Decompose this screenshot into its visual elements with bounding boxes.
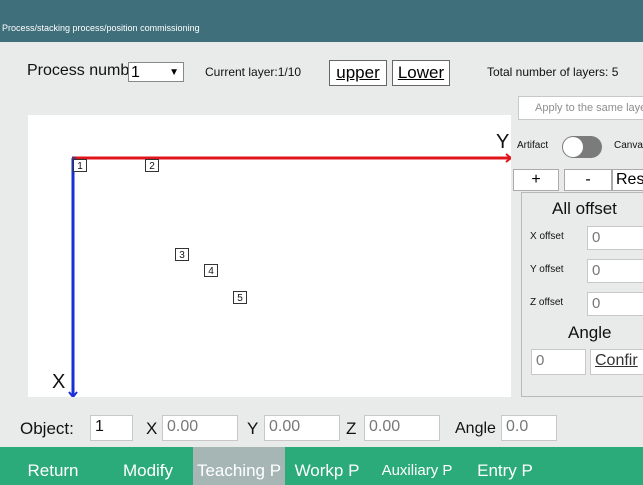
z-offset-label: Z offset (530, 297, 564, 308)
plus-button[interactable]: + (513, 169, 559, 191)
canvas-axes (68, 153, 511, 397)
angle-label: Angle (455, 420, 496, 437)
y-label: Y (247, 419, 259, 438)
main-panel: Process numbe 1 ▼ Current layer:1/10 upp… (0, 42, 643, 447)
offset-panel: All offset X offset 0 Y offset 0 Z offse… (521, 192, 643, 397)
breadcrumb: Process/stacking process/position commis… (2, 23, 200, 33)
point-marker[interactable]: 3 (175, 248, 189, 261)
angle-row-input[interactable]: 0.0 (501, 415, 557, 441)
artifact-canvas-toggle[interactable] (562, 136, 602, 158)
lower-button[interactable]: Lower (392, 60, 450, 86)
point-marker[interactable]: 5 (233, 291, 247, 304)
z-label: Z (346, 419, 357, 438)
canvas-label: Canva (614, 140, 643, 151)
toggle-knob (563, 137, 583, 157)
upper-button[interactable]: upper (329, 60, 387, 86)
current-layer-label: Current layer:1/10 (205, 65, 302, 79)
title-bar: Process/stacking process/position commis… (0, 0, 643, 42)
x-label: X (146, 419, 158, 438)
tab-workp[interactable]: Workp P (287, 447, 367, 485)
tab-entry[interactable]: Entry P (470, 447, 540, 485)
process-number-label: Process numbe (27, 62, 139, 79)
apply-same-layer-button[interactable]: Apply to the same laye (518, 96, 643, 120)
angle-input[interactable]: 0 (531, 349, 586, 375)
point-marker[interactable]: 2 (145, 159, 159, 172)
y-input[interactable]: 0.00 (264, 415, 340, 441)
angle-title: Angle (568, 323, 612, 342)
y-axis-label: Y (496, 131, 510, 153)
x-offset-input[interactable]: 0 (587, 226, 643, 250)
z-input[interactable]: 0.00 (364, 415, 440, 441)
object-input[interactable]: 1 (90, 415, 133, 441)
process-number-select[interactable]: 1 ▼ (128, 62, 184, 82)
tab-auxiliary[interactable]: Auxiliary P (370, 447, 464, 485)
z-offset-input[interactable]: 0 (587, 292, 643, 316)
point-marker[interactable]: 1 (73, 159, 87, 172)
artifact-label: Artifact (517, 140, 549, 151)
total-layers-label: Total number of layers: 5 (487, 65, 619, 79)
x-offset-label: X offset (530, 231, 564, 242)
process-number-value: 1 (131, 64, 140, 81)
tab-teaching[interactable]: Teaching P (193, 447, 285, 485)
point-marker[interactable]: 4 (204, 264, 218, 277)
confirm-button[interactable]: Confir (590, 349, 643, 375)
all-offset-title: All offset (552, 199, 617, 218)
y-offset-input[interactable]: 0 (587, 259, 643, 283)
tab-modify[interactable]: Modify (106, 447, 190, 485)
position-canvas[interactable]: Y X 1 2 3 4 5 (28, 115, 511, 397)
chevron-down-icon: ▼ (169, 67, 179, 78)
reset-button[interactable]: Res (612, 169, 643, 191)
tab-return[interactable]: Return (13, 447, 93, 485)
x-axis-label: X (52, 371, 66, 393)
x-input[interactable]: 0.00 (162, 415, 238, 441)
y-offset-label: Y offset (530, 264, 564, 275)
object-label: Object: (20, 419, 74, 438)
minus-button[interactable]: - (564, 169, 612, 191)
